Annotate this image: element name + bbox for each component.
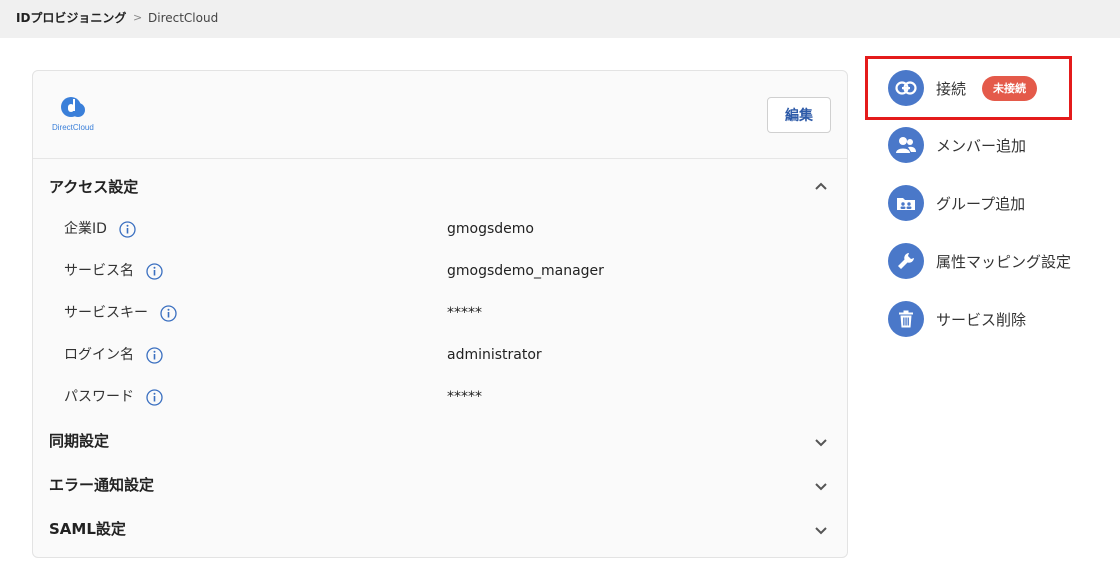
directcloud-logo: DirectCloud [51, 95, 99, 135]
sidebar-item-label: サービス削除 [936, 310, 1027, 329]
sidebar-item-label: 接続 [936, 79, 967, 98]
sidebar-item-attribute-mapping[interactable]: 属性マッピング設定 [888, 243, 1071, 279]
row-login-name-label: ログイン名 [64, 345, 163, 365]
sidebar-item-label: 属性マッピング設定 [936, 252, 1072, 271]
breadcrumb-bar: IDプロビジョニング > DirectCloud [0, 0, 1120, 38]
row-service-key-value: ***** [447, 305, 482, 321]
chevron-up-icon[interactable] [814, 179, 828, 193]
row-service-name-value: gmogsdemo_manager [447, 263, 604, 279]
sidebar-item-label: グループ追加 [936, 194, 1026, 213]
breadcrumb-current: DirectCloud [148, 11, 219, 25]
info-icon[interactable] [160, 304, 177, 322]
section-sync-title[interactable]: 同期設定 [49, 431, 109, 451]
row-company-id-value: gmogsdemo [447, 221, 534, 237]
row-password-label: パスワード [64, 387, 163, 407]
service-card: DirectCloud 編集 アクセス設定 企業ID gmogsdemo サービ… [32, 70, 848, 558]
info-icon[interactable] [146, 262, 163, 280]
chevron-down-icon[interactable] [814, 436, 828, 450]
row-company-id-label: 企業ID [64, 219, 136, 239]
svg-text:DirectCloud: DirectCloud [52, 123, 94, 132]
group-folder-icon [888, 185, 924, 221]
row-service-key-label: サービスキー [64, 303, 177, 323]
card-header: DirectCloud 編集 [33, 71, 847, 159]
info-icon[interactable] [146, 388, 163, 406]
edit-button[interactable]: 編集 [767, 97, 831, 133]
sidebar-item-add-member[interactable]: メンバー追加 [888, 127, 1026, 163]
sidebar-item-delete-service[interactable]: サービス削除 [888, 301, 1026, 337]
section-error-notify-title[interactable]: エラー通知設定 [49, 475, 154, 495]
sidebar-item-connect[interactable]: 接続 未接続 [888, 70, 1038, 106]
sidebar-item-label: メンバー追加 [936, 136, 1027, 155]
breadcrumb-separator: > [133, 11, 143, 24]
info-icon[interactable] [119, 220, 136, 238]
link-icon [888, 70, 924, 106]
section-saml-title[interactable]: SAML設定 [49, 519, 126, 539]
row-login-name-value: administrator [447, 347, 542, 363]
chevron-down-icon[interactable] [814, 524, 828, 538]
wrench-icon [888, 243, 924, 279]
status-badge: 未接続 [982, 75, 1038, 101]
info-icon[interactable] [146, 346, 163, 364]
row-password-value: ***** [447, 389, 482, 405]
sidebar-item-add-group[interactable]: グループ追加 [888, 185, 1025, 221]
trash-icon [888, 301, 924, 337]
chevron-down-icon[interactable] [814, 480, 828, 494]
row-service-name-label: サービス名 [64, 261, 163, 281]
section-access-title[interactable]: アクセス設定 [49, 177, 138, 197]
breadcrumb-root[interactable]: IDプロビジョニング [16, 10, 126, 26]
users-icon [888, 127, 924, 163]
